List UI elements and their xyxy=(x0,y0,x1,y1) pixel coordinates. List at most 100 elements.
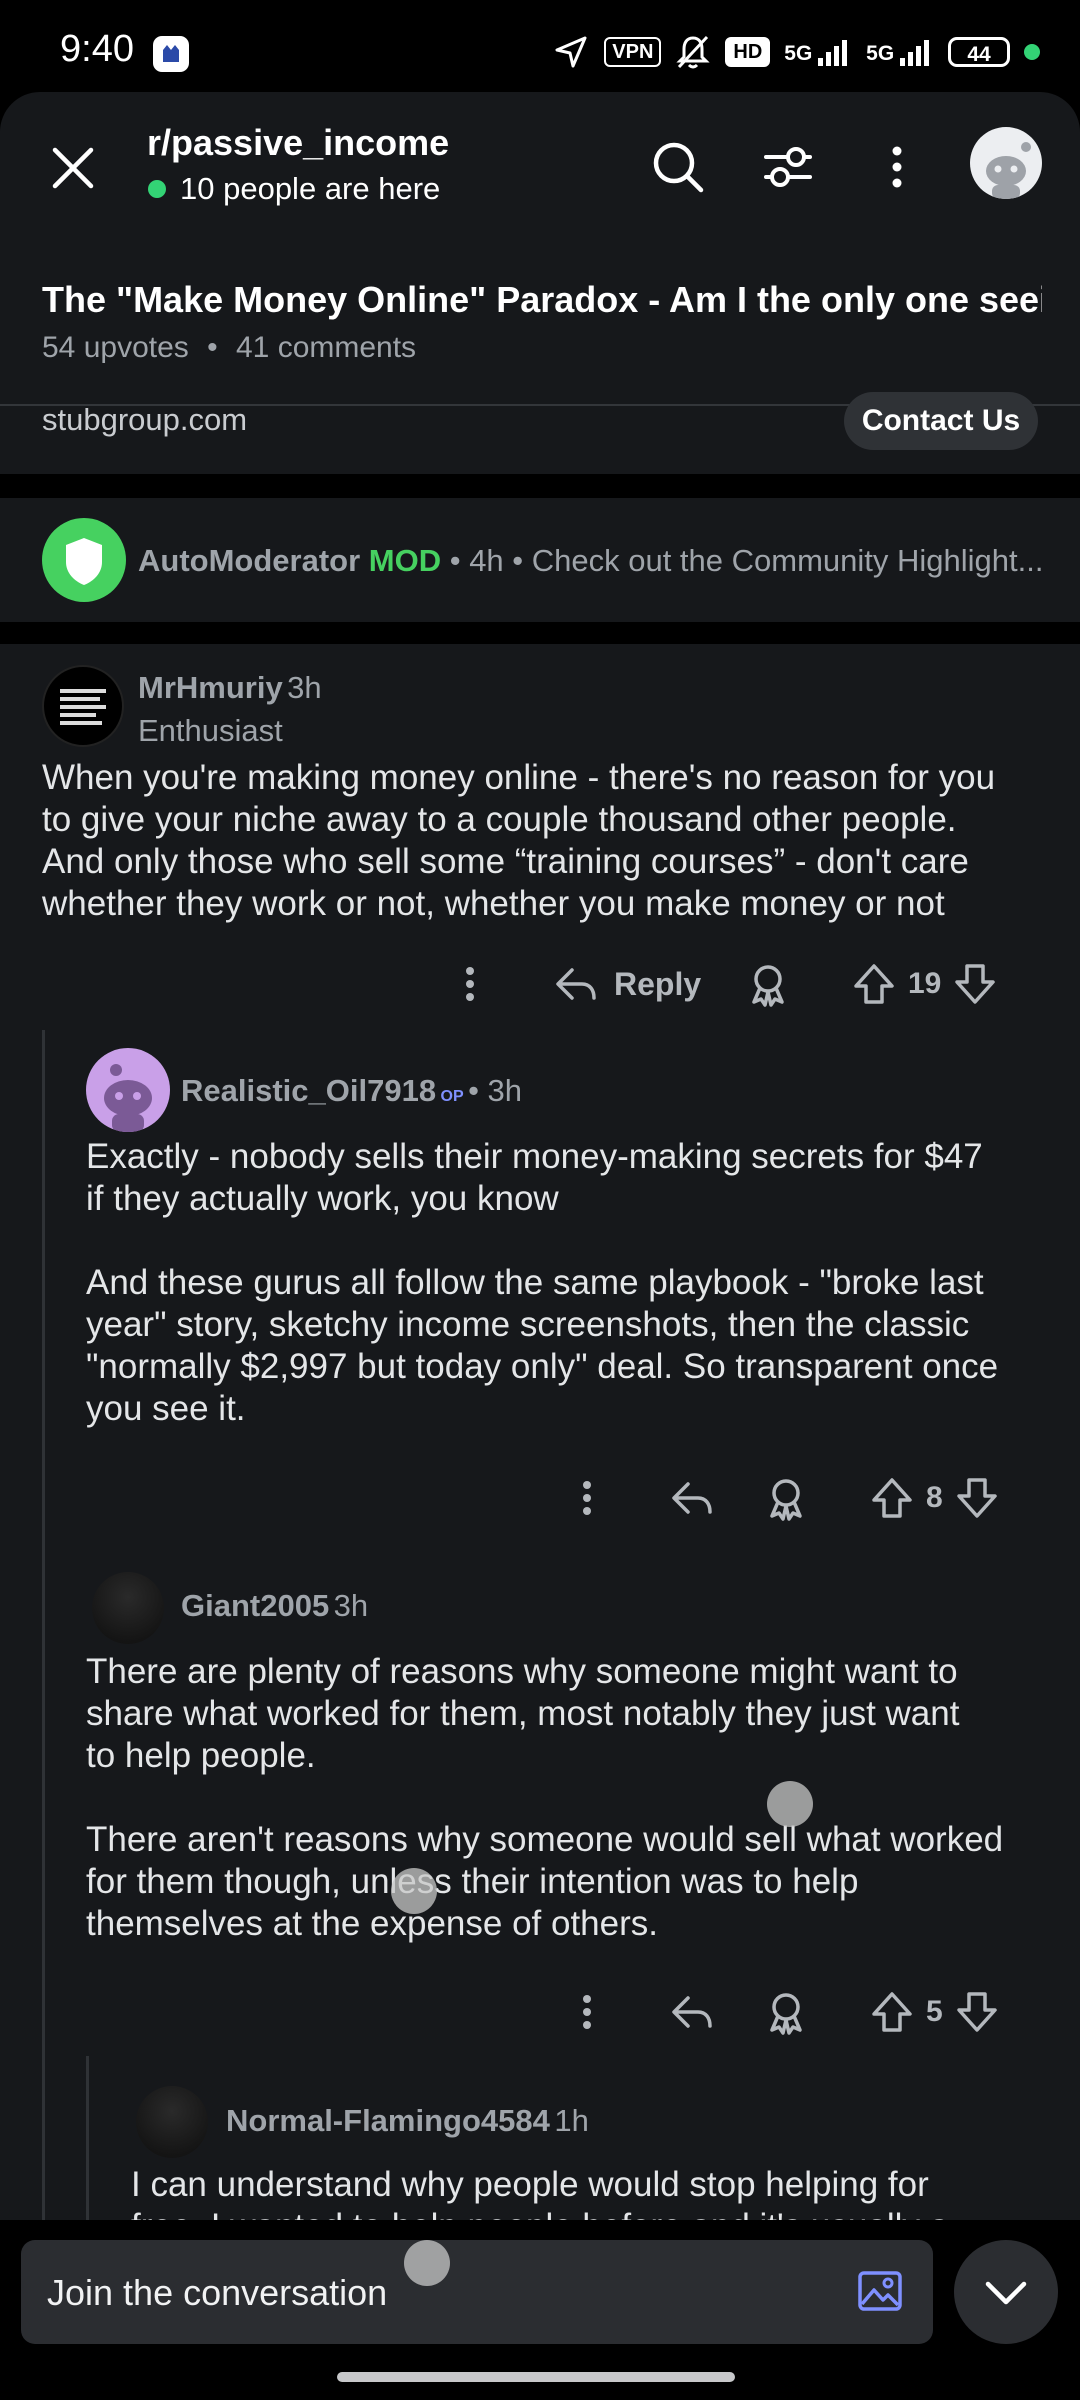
more-options-button[interactable] xyxy=(872,137,922,197)
subreddit-name[interactable]: r/passive_income xyxy=(147,122,449,164)
comment-header: Giant2005 3h xyxy=(181,1588,368,1624)
meta-separator: • xyxy=(207,331,218,364)
touch-indicator xyxy=(767,1781,813,1827)
downvote-icon[interactable] xyxy=(953,1988,1001,2036)
post-title[interactable]: The "Make Money Online" Paradox - Am I t… xyxy=(42,279,1042,321)
avatar[interactable] xyxy=(42,665,124,747)
status-icons: VPN HD 5G 5G 44 xyxy=(552,30,1040,74)
upvote-icon[interactable] xyxy=(850,960,898,1008)
downvote-icon[interactable] xyxy=(951,960,999,1008)
automod-summary: AutoModerator MOD • 4h • Check out the C… xyxy=(138,543,1043,579)
signal-5g-icon: 5G xyxy=(784,38,852,66)
reply-button[interactable] xyxy=(668,1474,716,1522)
award-icon xyxy=(770,1479,802,1521)
comment-count: 41 comments xyxy=(235,331,417,364)
section-separator xyxy=(0,622,1080,644)
thread-line[interactable] xyxy=(86,2056,89,2220)
comment-username[interactable]: MrHmuriy xyxy=(138,670,283,705)
sort-filter-button[interactable] xyxy=(758,137,818,197)
vpn-icon: VPN xyxy=(604,37,662,67)
reply-icon xyxy=(672,1482,712,1514)
user-avatar[interactable] xyxy=(970,127,1042,199)
touch-indicator xyxy=(404,2240,450,2286)
more-vertical-icon xyxy=(466,967,474,1001)
comment-time: 1h xyxy=(554,2103,589,2138)
upvote-icon[interactable] xyxy=(868,1988,916,2036)
comment-header: Normal-Flamingo4584 1h xyxy=(226,2103,589,2139)
comment-header: Realistic_Oil7918 OP • 3h xyxy=(181,1073,522,1109)
more-vertical-icon xyxy=(583,1481,591,1515)
reply-button[interactable]: Reply xyxy=(552,960,701,1008)
close-icon xyxy=(52,147,94,189)
award-icon xyxy=(770,1993,802,2035)
home-indicator[interactable] xyxy=(337,2372,735,2382)
more-vertical-icon xyxy=(583,1995,591,2029)
vote-control: 5 xyxy=(868,1988,1001,2036)
comment-header: MrHmuriy 3h xyxy=(138,670,322,706)
hd-icon: HD xyxy=(725,37,771,67)
collapse-button[interactable] xyxy=(954,2240,1058,2344)
search-icon xyxy=(653,142,704,193)
signal-5g-icon: 5G xyxy=(866,38,934,66)
vote-score: 19 xyxy=(908,967,942,1000)
snoo-avatar-icon xyxy=(104,1064,152,1132)
upvote-icon[interactable] xyxy=(868,1474,916,1522)
comment-more-button[interactable] xyxy=(563,1988,611,2036)
comment-username[interactable]: Giant2005 xyxy=(181,1588,329,1623)
comment-username[interactable]: Normal-Flamingo4584 xyxy=(226,2103,550,2138)
avatar[interactable] xyxy=(136,2086,208,2158)
search-button[interactable] xyxy=(648,137,708,197)
avatar[interactable] xyxy=(86,1048,170,1132)
upvote-count: 54 upvotes xyxy=(42,331,189,364)
reply-button[interactable] xyxy=(668,1988,716,2036)
app-notification-icon xyxy=(153,36,189,72)
touch-indicator xyxy=(391,1868,437,1914)
presence-count: 10 people are here xyxy=(180,171,441,206)
join-conversation-placeholder: Join the conversation xyxy=(47,2272,388,2313)
reply-icon xyxy=(672,1996,712,2028)
ad-domain[interactable]: stubgroup.com xyxy=(42,402,247,438)
section-separator xyxy=(0,474,1080,498)
comment-more-button[interactable] xyxy=(563,1474,611,1522)
chevron-down-icon xyxy=(985,2281,1027,2305)
comment-more-button[interactable] xyxy=(446,960,494,1008)
avatar[interactable] xyxy=(92,1572,164,1644)
comment-time: 3h xyxy=(287,670,322,705)
comment-body: There are plenty of reasons why someone … xyxy=(86,1652,1004,1943)
award-button[interactable] xyxy=(762,1474,810,1522)
automod-username[interactable]: AutoModerator xyxy=(138,543,360,578)
shield-icon xyxy=(66,538,102,585)
filter-icon xyxy=(764,147,812,187)
downvote-icon[interactable] xyxy=(953,1474,1001,1522)
vote-control: 8 xyxy=(868,1474,1001,1522)
snoo-avatar-icon xyxy=(986,142,1031,199)
mod-badge: MOD xyxy=(368,543,442,578)
comment-username[interactable]: Realistic_Oil7918 xyxy=(181,1073,436,1108)
reply-icon xyxy=(556,968,596,1000)
contact-us-button[interactable]: Contact Us xyxy=(844,392,1038,450)
reply-label: Reply xyxy=(614,965,702,1002)
more-vertical-icon xyxy=(892,146,902,188)
vote-control: 19 xyxy=(850,960,999,1008)
vote-score: 5 xyxy=(926,1995,943,2028)
comment-time: • 3h xyxy=(468,1073,523,1108)
network-type-label: 5G xyxy=(784,42,813,65)
thread-line[interactable] xyxy=(42,1030,45,2220)
status-time: 9:40 xyxy=(60,28,134,70)
close-button[interactable] xyxy=(42,137,104,199)
avatar-image-icon xyxy=(60,689,106,725)
comment-body: Exactly - nobody sells their money-makin… xyxy=(86,1137,999,1428)
network-type-label: 5G xyxy=(866,42,895,65)
user-flair: Enthusiast xyxy=(138,713,283,748)
comment-body: When you're making money online - there'… xyxy=(42,758,996,923)
online-indicator-icon xyxy=(148,180,166,198)
post-stats: 54 upvotes • 41 comments xyxy=(42,331,416,365)
image-icon xyxy=(858,2271,902,2311)
automod-avatar xyxy=(42,518,126,602)
award-button[interactable] xyxy=(762,1988,810,2036)
award-icon xyxy=(752,965,784,1007)
attach-image-button[interactable] xyxy=(855,2266,905,2316)
award-button[interactable] xyxy=(744,960,792,1008)
navigation-icon xyxy=(552,33,590,71)
mute-icon xyxy=(675,33,711,71)
